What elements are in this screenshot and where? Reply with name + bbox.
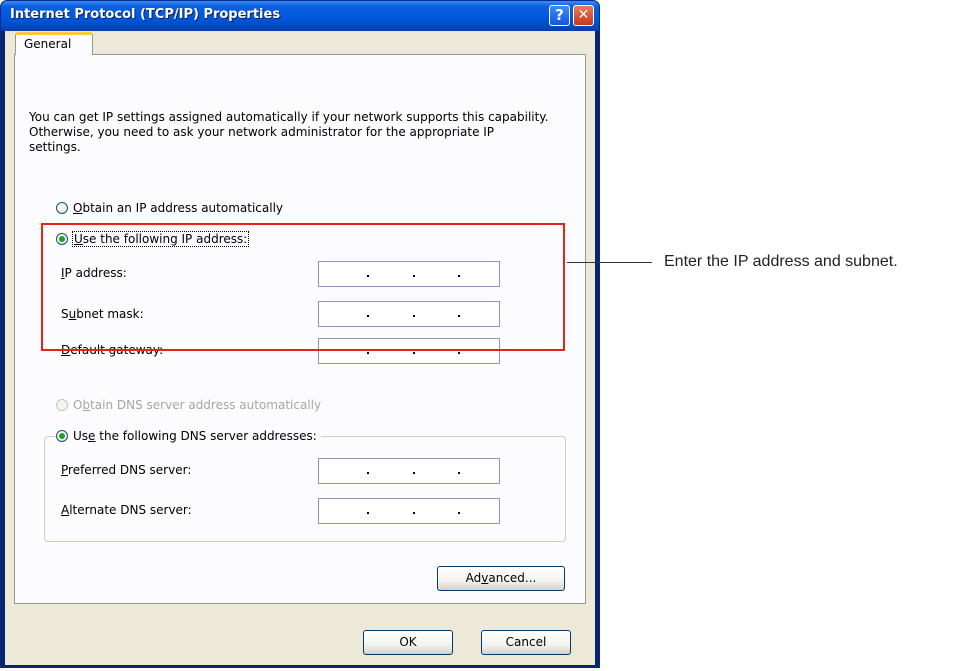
alternate-dns-input[interactable] — [318, 498, 500, 524]
use-following-dns-label: Use the following DNS server addresses: — [73, 429, 317, 443]
alternate-dns-label: Alternate DNS server: — [61, 503, 192, 517]
dns-server-group — [44, 436, 566, 542]
cancel-button[interactable]: Cancel — [481, 630, 571, 655]
obtain-ip-auto-label: Obtain an IP address automatically — [73, 201, 284, 215]
radio-unchecked-icon[interactable] — [56, 202, 68, 214]
highlight-box — [41, 223, 565, 351]
ok-button[interactable]: OK — [363, 630, 453, 655]
radio-disabled-icon — [56, 399, 68, 411]
advanced-button[interactable]: Advanced... — [437, 566, 565, 591]
callout-text: Enter the IP address and subnet. — [664, 253, 898, 270]
close-x-icon[interactable]: ✕ — [573, 5, 594, 26]
title-bar[interactable]: Internet Protocol (TCP/IP) Properties ? … — [1, 1, 599, 31]
preferred-dns-label: Preferred DNS server: — [61, 463, 192, 477]
callout-line — [567, 262, 652, 263]
radio-checked-icon[interactable] — [56, 430, 68, 442]
window-title: Internet Protocol (TCP/IP) Properties — [10, 7, 281, 22]
description-text: You can get IP settings assigned automat… — [29, 110, 549, 154]
obtain-dns-auto-radio[interactable]: Obtain DNS server address automatically — [56, 398, 321, 412]
help-question-icon[interactable]: ? — [549, 5, 570, 26]
obtain-dns-auto-label: Obtain DNS server address automatically — [73, 398, 322, 412]
use-following-dns-radio[interactable]: Use the following DNS server addresses: — [56, 429, 321, 443]
tab-general[interactable]: General — [15, 32, 93, 55]
obtain-ip-auto-radio[interactable]: Obtain an IP address automatically — [56, 201, 283, 215]
preferred-dns-input[interactable] — [318, 458, 500, 484]
